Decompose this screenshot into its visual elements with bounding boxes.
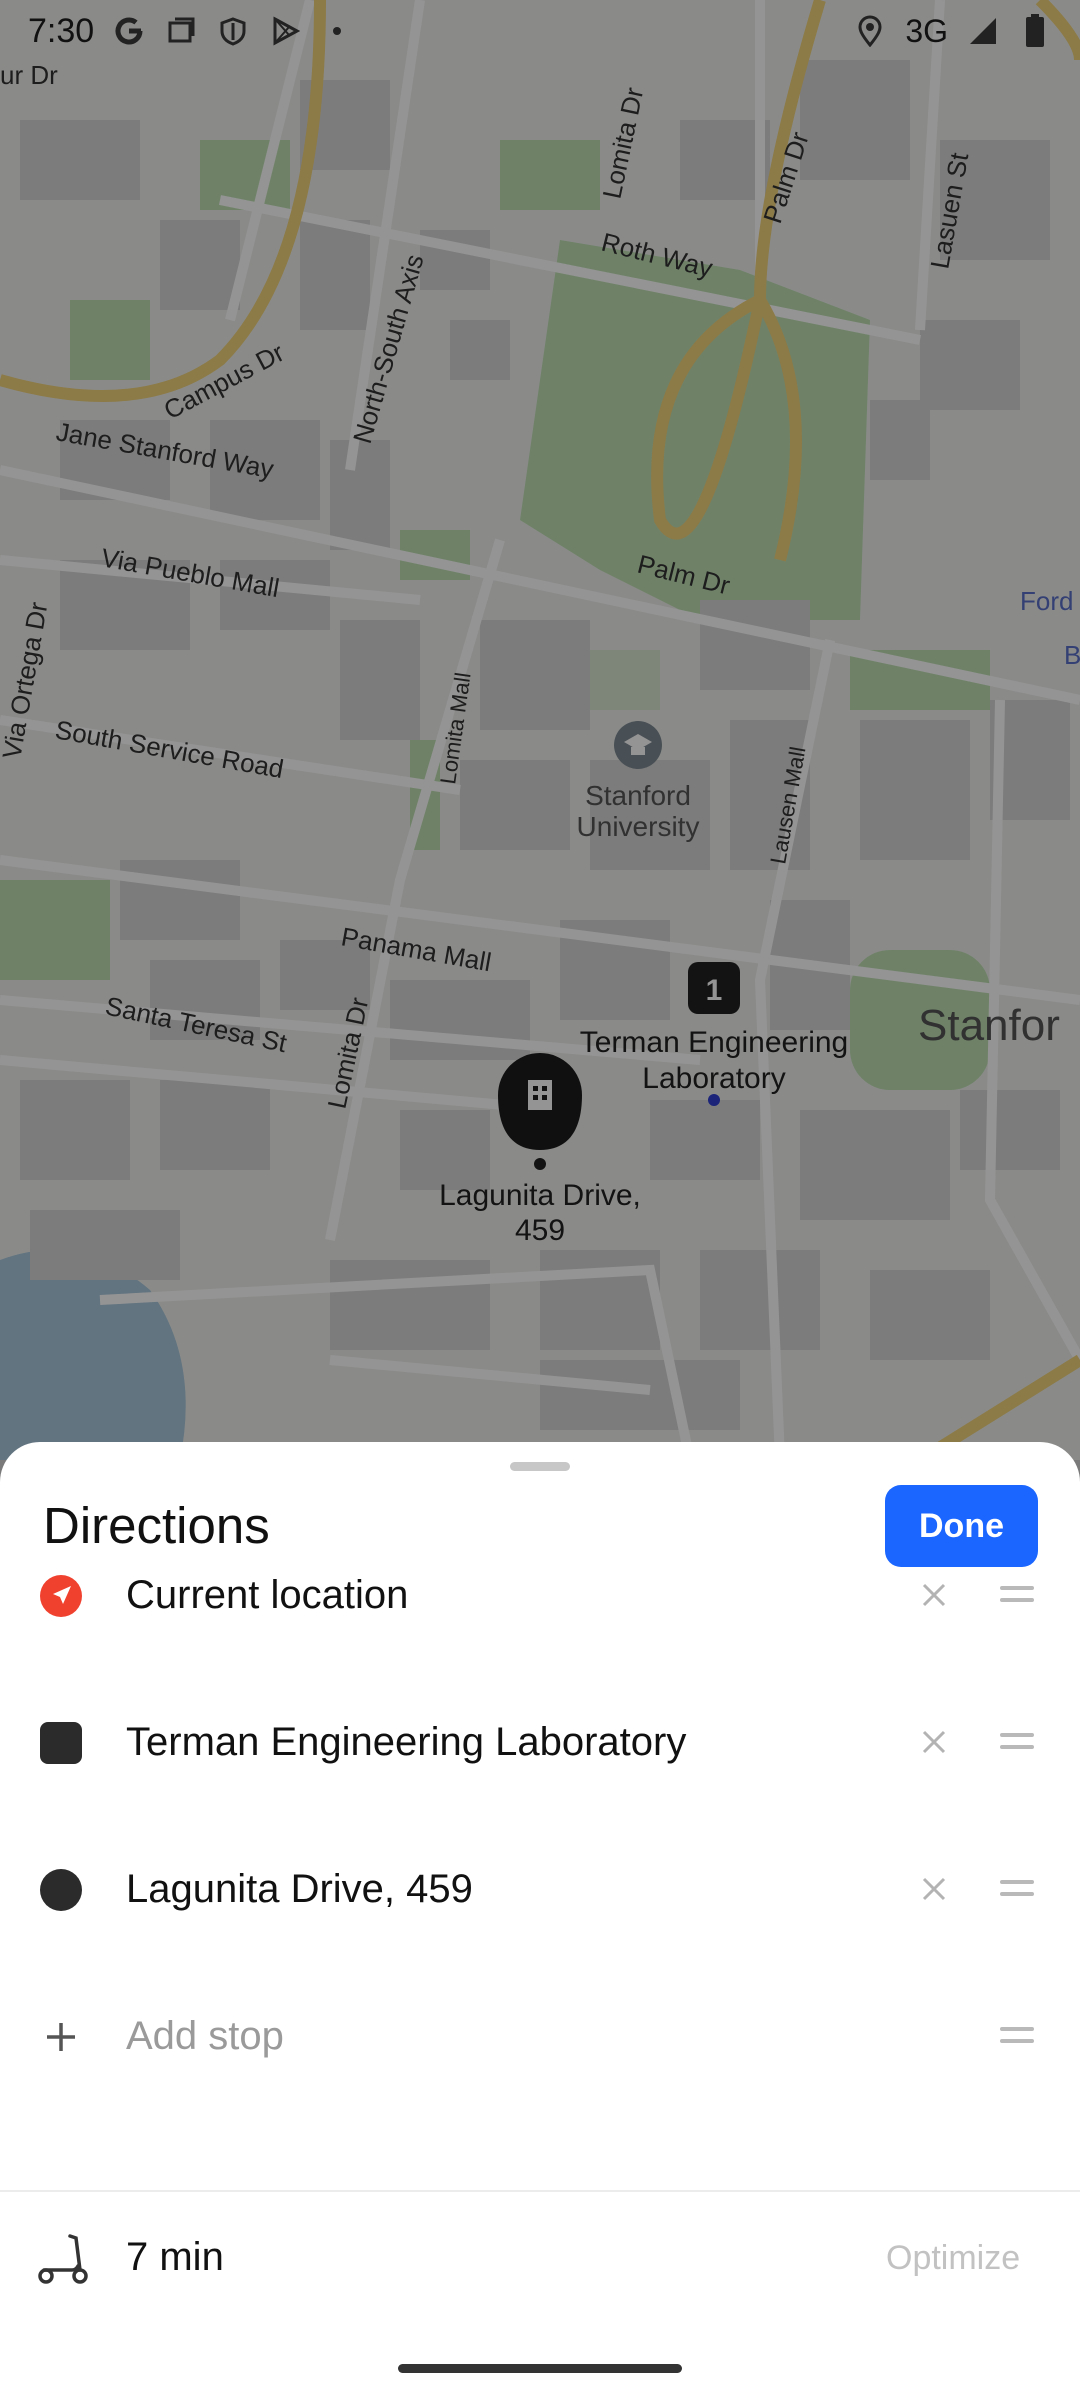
directions-sheet: Directions Done Current location Terman …: [0, 1442, 1080, 2400]
status-time: 7:30: [28, 11, 95, 50]
map-label: Stanfor: [918, 1001, 1060, 1050]
home-indicator[interactable]: [398, 2364, 682, 2373]
park-area: [500, 140, 600, 210]
route-stop-waypoint[interactable]: Terman Engineering Laboratory: [0, 1590, 1080, 1764]
route-stop-current-location[interactable]: Current location: [0, 1443, 1080, 1617]
waypoint-label: Terman Engineering: [580, 1026, 849, 1059]
waypoint-number: 1: [706, 974, 723, 1007]
location-icon: [853, 14, 887, 48]
park-area: [0, 880, 110, 980]
play-store-icon: [268, 14, 302, 48]
park-area: [70, 300, 150, 380]
waypoint-label: Laboratory: [642, 1062, 785, 1095]
shield-icon: [216, 14, 250, 48]
add-stop-label[interactable]: Add stop: [126, 2014, 284, 2059]
screen: ur Dr Roth Way Lomita Dr Palm Dr Lasuen …: [0, 0, 1080, 2400]
map-label: ur Dr: [0, 60, 58, 90]
destination-label: Lagunita Drive,: [439, 1179, 641, 1212]
network-type: 3G: [905, 12, 948, 49]
dot-icon: [320, 14, 354, 48]
poi-label: Stanford: [585, 780, 691, 811]
route-stop-destination[interactable]: Lagunita Drive, 459: [0, 1737, 1080, 1911]
map-canvas[interactable]: ur Dr Roth Way Lomita Dr Palm Dr Lasuen …: [0, 0, 1080, 1460]
optimize-button[interactable]: Optimize: [886, 2239, 1020, 2278]
map-label: B: [1064, 640, 1080, 670]
scooter-icon[interactable]: [34, 2230, 92, 2288]
divider: [0, 2190, 1080, 2192]
map-view[interactable]: ur Dr Roth Way Lomita Dr Palm Dr Lasuen …: [0, 0, 1080, 1460]
park-area: [590, 650, 660, 710]
signal-icon: [966, 14, 1000, 48]
map-label: Ford: [1020, 586, 1073, 616]
poi-label: University: [577, 811, 700, 842]
google-g-icon: [112, 14, 146, 48]
battery-icon: [1018, 14, 1052, 48]
screenshot-icon: [164, 14, 198, 48]
plus-icon: [40, 2016, 82, 2058]
reorder-handle-icon[interactable]: [1000, 2020, 1034, 2050]
destination-label: 459: [515, 1214, 565, 1247]
add-stop-row[interactable]: Add stop: [0, 1884, 1080, 2058]
status-bar: 7:30 3G: [0, 0, 1080, 62]
route-duration: 7 min: [126, 2235, 224, 2279]
